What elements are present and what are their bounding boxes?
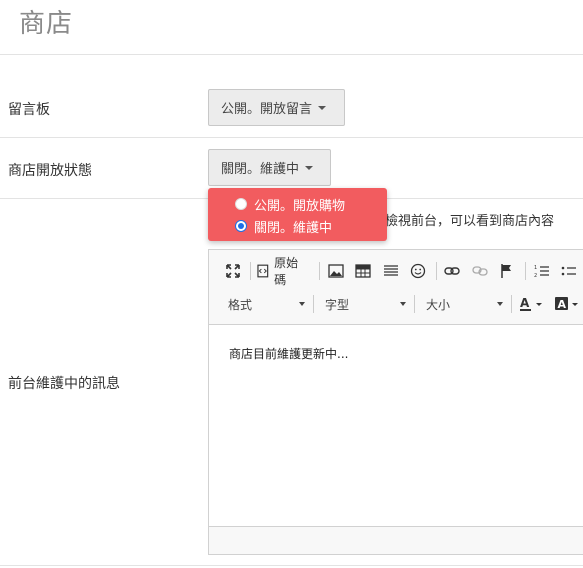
link-icon[interactable]: [443, 261, 462, 281]
format-label: 格式: [228, 297, 253, 312]
toolbar-separator: [414, 295, 415, 313]
source-label: 原始碼: [274, 256, 299, 287]
preview-hint: 在檢視前台，可以看到商店內容: [372, 214, 555, 229]
toolbar-row-2: 格式 字型 大小 A A: [223, 289, 583, 319]
source-button[interactable]: 原始碼: [257, 254, 309, 288]
font-combo[interactable]: 字型: [320, 296, 406, 313]
editor-toolbar: 原始碼 1 2 格式 字型 大小 A A: [209, 250, 583, 325]
svg-text:1: 1: [534, 265, 537, 271]
flag-icon[interactable]: [498, 261, 517, 281]
size-combo[interactable]: 大小: [421, 296, 503, 313]
chevron-down-icon: [497, 302, 503, 306]
toolbar-separator: [511, 295, 512, 313]
divider: [0, 565, 583, 566]
font-label: 字型: [325, 297, 350, 312]
shop-status-dropdown[interactable]: 關閉。維護中: [208, 149, 331, 186]
rich-text-editor: 原始碼 1 2 格式 字型 大小 A A 商店目前維護更新中...: [208, 249, 583, 555]
svg-text:2: 2: [534, 273, 537, 278]
editor-statusbar: [209, 526, 583, 554]
format-combo[interactable]: 格式: [223, 296, 305, 313]
smiley-icon[interactable]: [408, 261, 427, 281]
option-label: 公開。開放購物: [254, 198, 346, 214]
shop-status-option-closed[interactable]: 關閉。維護中: [208, 215, 387, 237]
bullet-list-icon[interactable]: [560, 261, 579, 281]
toolbar-separator: [318, 262, 320, 280]
option-label: 關閉。維護中: [254, 220, 333, 236]
shop-status-popup: 公開。開放購物 關閉。維護中: [208, 188, 387, 241]
toolbar-separator: [250, 262, 252, 280]
divider: [0, 54, 583, 55]
toolbar-row-1: 原始碼 1 2: [223, 254, 583, 288]
svg-text:A: A: [558, 298, 567, 311]
svg-text:A: A: [520, 296, 530, 310]
toolbar-separator: [435, 262, 437, 280]
shop-status-label: 商店開放狀態: [8, 163, 92, 179]
shop-status-option-open[interactable]: 公開。開放購物: [208, 193, 387, 215]
source-icon: [257, 264, 269, 278]
text-color-icon[interactable]: A: [518, 294, 546, 314]
board-dropdown-value: 公開。開放留言: [221, 102, 313, 117]
horizontal-line-icon[interactable]: [381, 261, 400, 281]
chevron-down-icon: [305, 165, 314, 170]
numbered-list-icon[interactable]: 12: [532, 261, 551, 281]
radio-button-selected[interactable]: [235, 220, 247, 232]
maximize-icon[interactable]: [223, 261, 242, 281]
toolbar-separator: [313, 295, 314, 313]
maintenance-label: 前台維護中的訊息: [8, 376, 120, 392]
editor-content[interactable]: 商店目前維護更新中...: [209, 325, 583, 525]
shop-status-dropdown-value: 關閉。維護中: [221, 162, 300, 177]
unlink-icon[interactable]: [470, 261, 489, 281]
size-label: 大小: [426, 297, 451, 312]
table-icon[interactable]: [353, 261, 372, 281]
toolbar-separator: [525, 262, 527, 280]
background-color-icon[interactable]: A: [554, 294, 582, 314]
divider: [0, 137, 583, 138]
chevron-down-icon: [318, 105, 327, 110]
page-title: 商店: [19, 9, 74, 39]
chevron-down-icon: [400, 302, 406, 306]
board-dropdown[interactable]: 公開。開放留言: [208, 89, 345, 126]
chevron-down-icon: [299, 302, 305, 306]
radio-button[interactable]: [235, 198, 247, 210]
board-label: 留言板: [8, 102, 50, 118]
image-icon[interactable]: [326, 261, 345, 281]
